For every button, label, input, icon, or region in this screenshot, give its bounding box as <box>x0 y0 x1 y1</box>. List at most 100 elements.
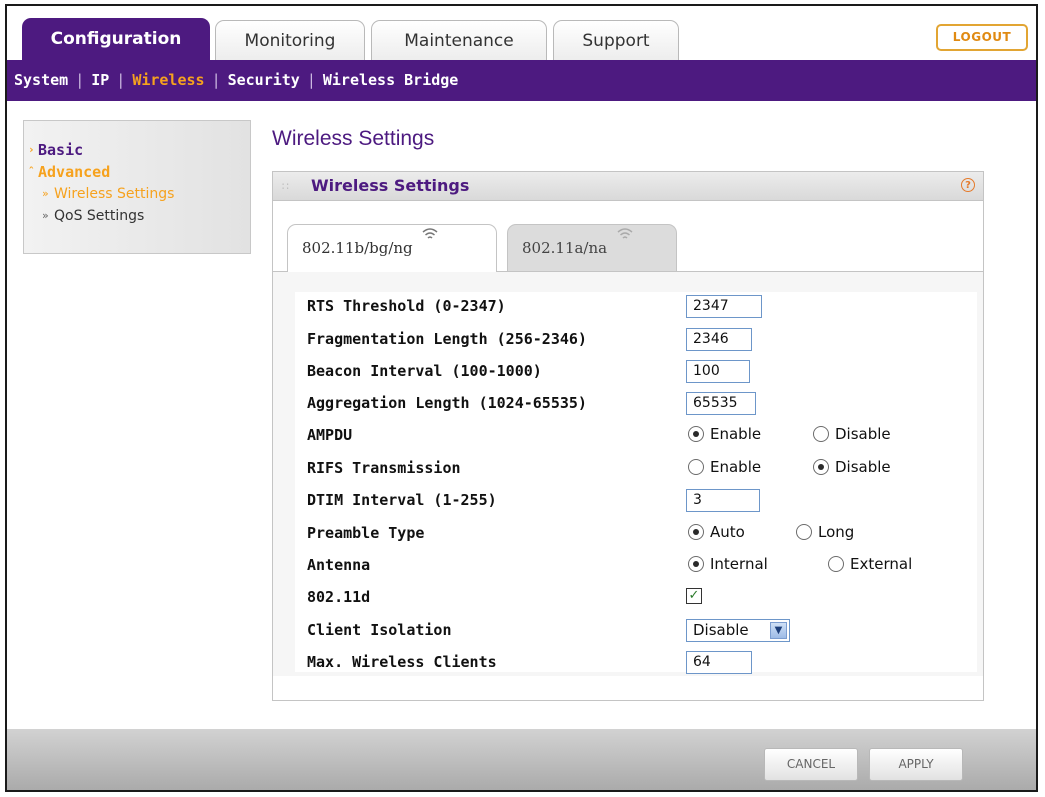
radio-button[interactable] <box>688 556 704 572</box>
beacon-interval-input[interactable]: 100 <box>686 360 750 383</box>
80211d-checkbox[interactable]: ✓ <box>686 588 702 604</box>
apply-button[interactable]: APPLY <box>869 748 963 781</box>
sub-navigation: System | IP | Wireless | Security | Wireless Bri… <box>7 60 1036 101</box>
option-label: Long <box>818 523 855 541</box>
sidebar: › Basic ˆ Advanced » Wireless Settings »… <box>23 120 251 254</box>
sidebar-item-wireless-settings[interactable]: » Wireless Settings <box>24 183 250 205</box>
max-wireless-clients-label: Max. Wireless Clients <box>307 653 497 671</box>
client-isolation-row: Client Isolation Disable ▼ <box>295 618 977 644</box>
ampdu-row: AMPDU Enable Disable <box>295 423 977 449</box>
rifs-enable-option[interactable]: Enable <box>688 458 761 476</box>
wireless-settings-panel: ∷ Wireless Settings ? 802.11b/bg/ng 802.… <box>272 171 984 701</box>
antenna-row: Antenna Internal External <box>295 553 977 579</box>
help-icon[interactable]: ? <box>961 178 975 192</box>
dtim-interval-row: DTIM Interval (1-255) 3 <box>295 488 977 514</box>
fragmentation-length-row: Fragmentation Length (256-2346) 2346 <box>295 327 977 353</box>
max-wireless-clients-row: Max. Wireless Clients 64 <box>295 650 977 676</box>
rifs-label: RIFS Transmission <box>307 459 461 477</box>
ampdu-disable-option[interactable]: Disable <box>813 425 891 443</box>
chevron-down-icon[interactable]: ▼ <box>770 622 787 639</box>
subnav-ip[interactable]: IP <box>91 60 109 101</box>
sidebar-item-basic[interactable]: › Basic <box>24 139 250 161</box>
radio-button[interactable] <box>688 524 704 540</box>
sidebar-item-label: Wireless Settings <box>54 186 175 202</box>
logout-button[interactable]: LOGOUT <box>936 24 1028 51</box>
fragmentation-length-input[interactable]: 2346 <box>686 328 752 351</box>
beacon-interval-row: Beacon Interval (100-1000) 100 <box>295 359 977 385</box>
subnav-security[interactable]: Security <box>228 60 300 101</box>
option-label: External <box>850 555 913 573</box>
dtim-interval-label: DTIM Interval (1-255) <box>307 491 497 509</box>
client-isolation-select[interactable]: Disable ▼ <box>686 619 790 642</box>
option-label: Disable <box>835 458 891 476</box>
tab-80211bgn[interactable]: 802.11b/bg/ng <box>287 224 497 272</box>
tab-80211ana[interactable]: 802.11a/na <box>507 224 677 271</box>
antenna-external-option[interactable]: External <box>828 555 912 573</box>
dtim-interval-input[interactable]: 3 <box>686 489 760 512</box>
tab-label: 802.11b/bg/ng <box>302 239 413 257</box>
select-value: Disable <box>693 621 749 639</box>
ampdu-label: AMPDU <box>307 426 353 444</box>
client-isolation-label: Client Isolation <box>307 621 452 639</box>
radio-button[interactable] <box>813 426 829 442</box>
80211d-row: 802.11d ✓ <box>295 585 977 611</box>
antenna-label: Antenna <box>307 556 371 574</box>
subnav-separator: | <box>75 71 85 89</box>
rifs-row: RIFS Transmission Enable Disable <box>295 456 977 482</box>
radio-button[interactable] <box>688 426 704 442</box>
option-label: Enable <box>710 425 762 443</box>
drag-grip-icon: ∷ <box>282 180 289 193</box>
aggregation-length-row: Aggregation Length (1024-65535) 65535 <box>295 391 977 417</box>
subnav-separator: | <box>116 71 126 89</box>
chevron-down-icon: ˆ <box>28 165 35 178</box>
subnav-wireless-bridge[interactable]: Wireless Bridge <box>323 60 458 101</box>
page-title: Wireless Settings <box>272 127 435 150</box>
panel-header: ∷ Wireless Settings ? <box>273 172 983 201</box>
tab-support[interactable]: Support <box>553 20 679 62</box>
radio-button[interactable] <box>796 524 812 540</box>
ampdu-enable-option[interactable]: Enable <box>688 425 761 443</box>
button-bar: CANCEL APPLY <box>7 729 1036 790</box>
rts-threshold-input[interactable]: 2347 <box>686 295 762 318</box>
preamble-type-label: Preamble Type <box>307 524 425 542</box>
preamble-auto-option[interactable]: Auto <box>688 523 745 541</box>
wifi-signal-icon <box>617 228 633 239</box>
double-chevron-right-icon: » <box>42 209 49 222</box>
antenna-internal-option[interactable]: Internal <box>688 555 768 573</box>
chevron-right-icon: › <box>28 143 35 156</box>
tab-body: RTS Threshold (0-2347) 2347 Fragmentatio… <box>273 271 983 676</box>
rifs-disable-option[interactable]: Disable <box>813 458 891 476</box>
rts-threshold-row: RTS Threshold (0-2347) 2347 <box>295 294 977 320</box>
option-label: Disable <box>835 425 891 443</box>
preamble-type-row: Preamble Type Auto Long <box>295 521 977 547</box>
tab-maintenance[interactable]: Maintenance <box>371 20 547 62</box>
tab-configuration[interactable]: Configuration <box>22 18 210 62</box>
beacon-interval-label: Beacon Interval (100-1000) <box>307 362 542 380</box>
sidebar-item-advanced[interactable]: ˆ Advanced <box>24 161 250 183</box>
sidebar-item-qos-settings[interactable]: » QoS Settings <box>24 205 250 227</box>
aggregation-length-label: Aggregation Length (1024-65535) <box>307 394 587 412</box>
panel-title: Wireless Settings <box>311 176 470 195</box>
subnav-separator: | <box>306 71 316 89</box>
subnav-system[interactable]: System <box>14 60 68 101</box>
rts-threshold-label: RTS Threshold (0-2347) <box>307 297 506 315</box>
subnav-separator: | <box>211 71 221 89</box>
preamble-long-option[interactable]: Long <box>796 523 854 541</box>
cancel-button[interactable]: CANCEL <box>764 748 858 781</box>
radio-button[interactable] <box>828 556 844 572</box>
80211d-label: 802.11d <box>307 588 371 606</box>
aggregation-length-input[interactable]: 65535 <box>686 392 756 415</box>
settings-form: RTS Threshold (0-2347) 2347 Fragmentatio… <box>295 292 977 674</box>
max-wireless-clients-input[interactable]: 64 <box>686 651 752 674</box>
option-label: Internal <box>710 555 768 573</box>
fragmentation-length-label: Fragmentation Length (256-2346) <box>307 330 587 348</box>
router-admin-window: Configuration Monitoring Maintenance Sup… <box>5 4 1038 792</box>
sidebar-item-label: Advanced <box>38 163 111 181</box>
tab-monitoring[interactable]: Monitoring <box>215 20 365 62</box>
radio-button[interactable] <box>813 459 829 475</box>
radio-button[interactable] <box>688 459 704 475</box>
sidebar-item-label: Basic <box>38 141 84 159</box>
main-tab-bar: Configuration Monitoring Maintenance Sup… <box>7 6 1036 62</box>
double-chevron-right-icon: » <box>42 187 49 200</box>
subnav-wireless[interactable]: Wireless <box>132 60 204 101</box>
